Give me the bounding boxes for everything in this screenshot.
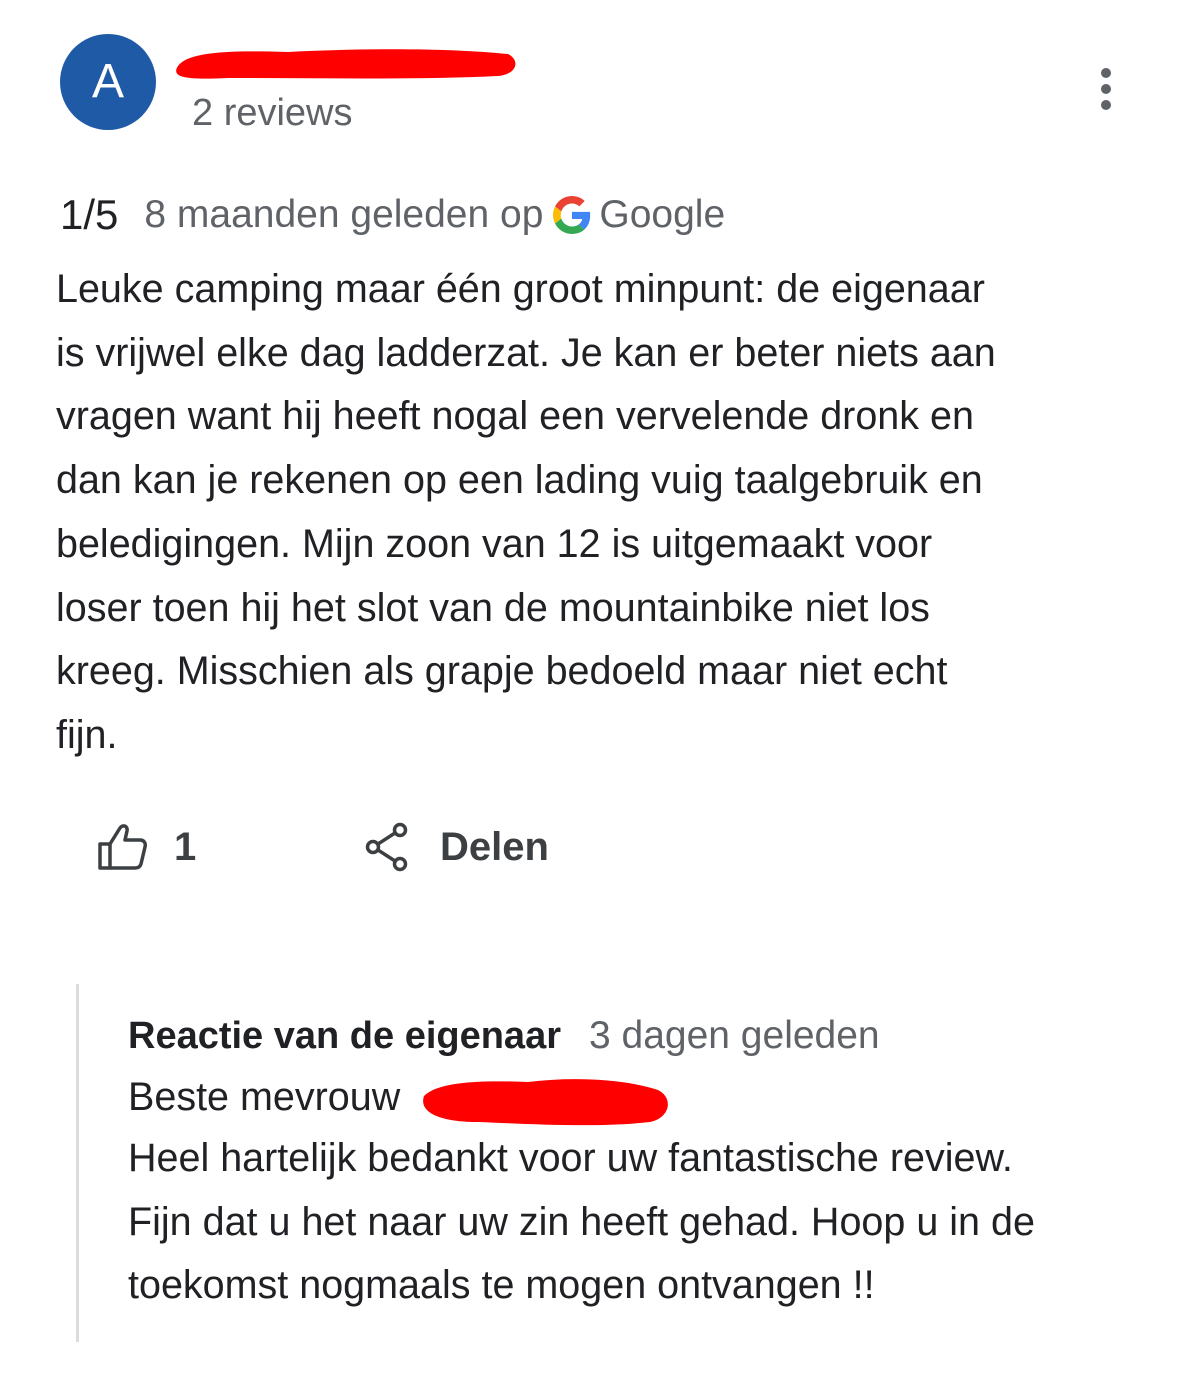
- google-g-icon: [553, 196, 591, 234]
- owner-reply-time: 3 dagen geleden: [589, 1014, 880, 1057]
- owner-reply-divider: [76, 984, 79, 1342]
- review-time: 8 maanden geleden op: [144, 193, 544, 236]
- owner-reply-text: Heel hartelijk bedankt voor uw fantastis…: [128, 1136, 1035, 1307]
- avatar[interactable]: A: [60, 34, 156, 130]
- reviewer-review-count[interactable]: 2 reviews: [192, 92, 353, 135]
- share-label: Delen: [440, 824, 549, 869]
- rating: 1/5: [60, 191, 119, 238]
- more-options-button[interactable]: [1090, 66, 1122, 112]
- reviewer-name-redaction: [176, 49, 516, 79]
- more-vert-icon: [1101, 68, 1111, 110]
- thumbs-up-icon: [98, 824, 147, 870]
- owner-reply-header: Reactie van de eigenaar 3 dagen geleden: [128, 1010, 880, 1062]
- review-meta: 1/5 8 maanden geleden op Google: [60, 190, 725, 240]
- owner-reply-greeting: Beste mevrouw: [128, 1075, 401, 1119]
- share-icon: [365, 822, 408, 872]
- like-count: 1: [174, 824, 197, 869]
- share-button[interactable]: Delen: [364, 822, 549, 872]
- owner-reply-label: Reactie van de eigenaar: [128, 1014, 561, 1057]
- recipient-name-redaction: [423, 1079, 668, 1126]
- like-button[interactable]: 1: [96, 822, 196, 872]
- review-text: Leuke camping maar één groot minpunt: de…: [56, 267, 996, 757]
- review-source: Google: [599, 193, 726, 236]
